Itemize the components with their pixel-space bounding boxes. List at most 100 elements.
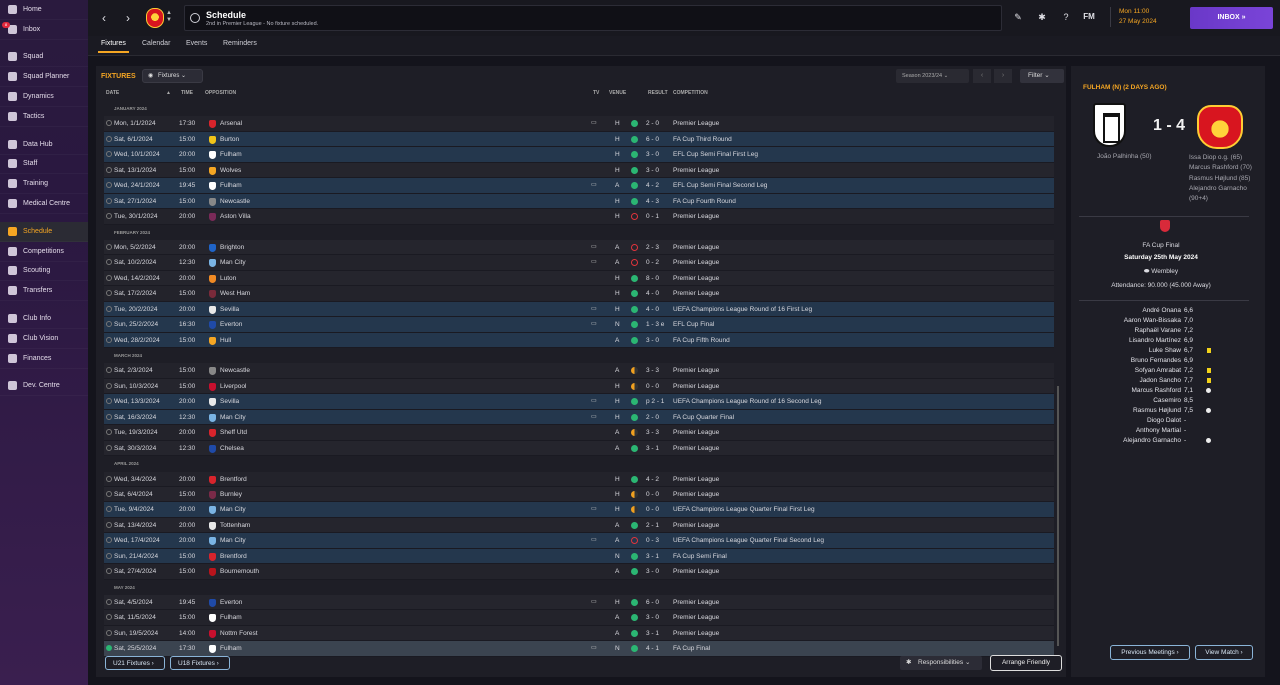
select-radio[interactable]: [106, 305, 112, 312]
sidebar-item-scouting[interactable]: Scouting: [0, 262, 88, 282]
fixture-row[interactable]: Sat, 6/1/2024 15:00 Burton H 6 - 0 FA Cup Thi…: [104, 131, 1054, 148]
fixture-result[interactable]: 0 - 0: [646, 502, 659, 517]
player-name[interactable]: Sofyan Amrabat: [1135, 366, 1181, 376]
fixture-row[interactable]: Sat, 11/5/2024 15:00 Fulham A 3 - 0 Premier L…: [104, 610, 1054, 626]
col-date[interactable]: DATE: [106, 90, 119, 96]
fixture-competition[interactable]: Premier League: [673, 255, 719, 270]
fixture-opposition[interactable]: Fulham: [220, 178, 242, 193]
sort-asc-icon[interactable]: ▲: [166, 90, 171, 96]
sidebar-item-dynamics[interactable]: Dynamics: [0, 87, 88, 107]
fixture-competition[interactable]: UEFA Champions League Round of 16 First …: [673, 302, 812, 317]
player-name[interactable]: Raphaël Varane: [1135, 326, 1182, 336]
sidebar-item-squad[interactable]: Squad: [0, 48, 88, 68]
fixture-competition[interactable]: FA Cup Fourth Round: [673, 194, 736, 209]
select-radio[interactable]: [106, 537, 112, 544]
lineup-player[interactable]: Luke Shaw 6,7: [1091, 346, 1261, 356]
responsibilities-button[interactable]: ✱ Responsibilities ⌄: [900, 656, 982, 670]
select-radio[interactable]: [106, 213, 112, 220]
player-name[interactable]: Rasmus Højlund: [1133, 406, 1181, 416]
select-radio[interactable]: [106, 629, 112, 636]
fixture-result[interactable]: 2 - 3: [646, 240, 659, 255]
view-match-button[interactable]: View Match ›: [1195, 645, 1253, 660]
fixture-row[interactable]: Sat, 16/3/2024 12:30 Man City ▭ H 2 - 0 FA Cup…: [104, 409, 1054, 426]
tab-reminders[interactable]: Reminders: [223, 40, 257, 47]
lineup-player[interactable]: Rasmus Højlund 7,5: [1091, 406, 1261, 416]
fixture-competition[interactable]: Premier League: [673, 564, 719, 579]
fixture-opposition[interactable]: Sevilla: [220, 302, 239, 317]
select-radio[interactable]: [106, 197, 112, 204]
select-radio[interactable]: [106, 552, 112, 559]
lineup-player[interactable]: André Onana 6,6: [1091, 306, 1261, 316]
fixture-competition[interactable]: FA Cup Semi Final: [673, 549, 727, 564]
match-competition[interactable]: FA Cup Final: [1071, 242, 1251, 249]
fixture-competition[interactable]: Premier League: [673, 518, 719, 533]
scrollbar[interactable]: [1057, 386, 1059, 646]
fixture-row[interactable]: Wed, 14/2/2024 20:00 Luton H 8 - 0 Premier Le…: [104, 270, 1054, 287]
sidebar-item-finances[interactable]: Finances: [0, 349, 88, 369]
fixture-opposition[interactable]: Everton: [220, 317, 242, 332]
fixture-result[interactable]: 3 - 0: [646, 333, 659, 348]
lineup-player[interactable]: Anthony Martial -: [1091, 426, 1261, 436]
wheel-icon[interactable]: ✱: [1035, 12, 1049, 23]
select-radio[interactable]: [106, 367, 112, 374]
fixture-opposition[interactable]: Newcastle: [220, 363, 250, 378]
fixture-result[interactable]: 4 - 2: [646, 472, 659, 487]
sidebar-item-data-hub[interactable]: Data Hub: [0, 135, 88, 155]
fixture-competition[interactable]: UEFA Champions League Round of 16 Second…: [673, 394, 822, 409]
fixture-row[interactable]: Wed, 28/2/2024 15:00 Hull A 3 - 0 FA Cup Fift…: [104, 332, 1054, 348]
select-radio[interactable]: [106, 490, 112, 497]
lineup-player[interactable]: Aaron Wan-Bissaka 7,0: [1091, 316, 1261, 326]
fixture-row[interactable]: Sat, 27/4/2024 15:00 Bournemouth A 3 - 0 Prem…: [104, 564, 1054, 580]
sidebar-item-home[interactable]: Home: [0, 0, 88, 20]
fixture-competition[interactable]: EFL Cup Semi Final Second Leg: [673, 178, 767, 193]
fixture-result[interactable]: 0 - 3: [646, 533, 659, 548]
sidebar-item-inbox[interactable]: Inbox 8: [0, 20, 88, 40]
fixture-result[interactable]: 6 - 0: [646, 132, 659, 147]
fixture-competition[interactable]: FA Cup Fifth Round: [673, 333, 730, 348]
fixture-opposition[interactable]: Aston Villa: [220, 209, 251, 224]
back-arrow-icon[interactable]: ‹: [96, 10, 112, 26]
lineup-player[interactable]: Bruno Fernandes 6,9: [1091, 356, 1261, 366]
player-name[interactable]: Marcus Rashford: [1132, 386, 1182, 396]
player-name[interactable]: Anthony Martial: [1136, 426, 1181, 436]
fixture-result[interactable]: 3 - 0: [646, 147, 659, 162]
fixture-result[interactable]: 3 - 1: [646, 441, 659, 456]
col-result[interactable]: RESULT: [648, 90, 668, 96]
fixture-row[interactable]: Tue, 19/3/2024 20:00 Sheff Utd A 3 - 3 Premie…: [104, 425, 1054, 441]
fixture-row[interactable]: Sun, 10/3/2024 15:00 Liverpool H 0 - 0 Premie…: [104, 378, 1054, 395]
fixture-row[interactable]: Sun, 19/5/2024 14:00 Nottm Forest A 3 - 1 Pre…: [104, 625, 1054, 642]
select-radio[interactable]: [106, 274, 112, 281]
fixture-opposition[interactable]: West Ham: [220, 286, 250, 301]
fixture-competition[interactable]: UEFA Champions League Quarter Final Seco…: [673, 533, 824, 548]
fixture-row[interactable]: Mon, 1/1/2024 17:30 Arsenal ▭ H 2 - 0 Premier …: [104, 116, 1054, 132]
select-radio[interactable]: [106, 599, 112, 605]
select-radio[interactable]: [106, 290, 112, 297]
search-bar[interactable]: Schedule 2nd in Premier League - No fixt…: [184, 5, 1002, 31]
fixture-result[interactable]: 3 - 3: [646, 363, 659, 378]
fixture-opposition[interactable]: Fulham: [220, 147, 242, 162]
sidebar-item-staff[interactable]: Staff: [0, 155, 88, 175]
fixture-opposition[interactable]: Sheff Utd: [220, 425, 247, 440]
fixture-result[interactable]: 3 - 0: [646, 564, 659, 579]
fixture-result[interactable]: 0 - 2: [646, 255, 659, 270]
sidebar-item-competitions[interactable]: Competitions: [0, 242, 88, 262]
sidebar-item-transfers[interactable]: Transfers: [0, 281, 88, 301]
fixture-competition[interactable]: Premier League: [673, 209, 719, 224]
fixture-opposition[interactable]: Brentford: [220, 472, 247, 487]
forward-arrow-icon[interactable]: ›: [120, 10, 136, 26]
fixture-result[interactable]: 4 - 1: [646, 641, 659, 656]
fixture-result[interactable]: 4 - 0: [646, 286, 659, 301]
fixture-row[interactable]: Wed, 13/3/2024 20:00 Sevilla ▭ Hp 2 - 1 UEFA …: [104, 394, 1054, 410]
fixture-result[interactable]: 4 - 2: [646, 178, 659, 193]
player-name[interactable]: Casemiro: [1153, 396, 1181, 406]
fixture-competition[interactable]: Premier League: [673, 363, 719, 378]
fixture-opposition[interactable]: Man City: [220, 533, 246, 548]
fixture-opposition[interactable]: Brighton: [220, 240, 244, 255]
player-name[interactable]: André Onana: [1142, 306, 1181, 316]
sidebar-item-squad-planner[interactable]: Squad Planner: [0, 67, 88, 87]
select-radio[interactable]: [106, 614, 112, 621]
fixture-row[interactable]: Wed, 17/4/2024 20:00 Man City ▭ A 0 - 3 UEFA C…: [104, 533, 1054, 549]
fixture-competition[interactable]: Premier League: [673, 163, 719, 178]
select-radio[interactable]: [106, 120, 112, 127]
fixture-row[interactable]: Wed, 10/1/2024 20:00 Fulham H 3 - 0 EFL Cup S…: [104, 147, 1054, 163]
